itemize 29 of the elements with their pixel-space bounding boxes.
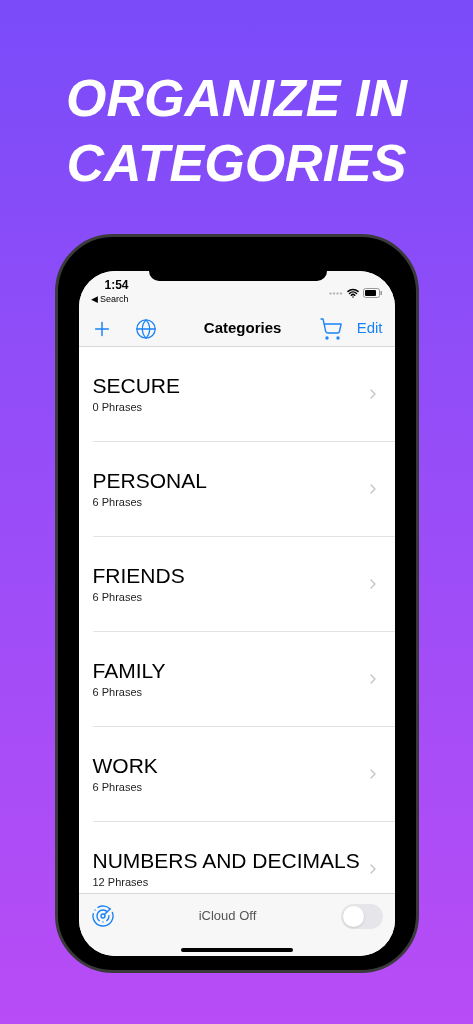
category-row[interactable]: SECURE 0 Phrases [92,347,395,442]
phrase-count: 6 Phrases [92,780,144,795]
phrase-count: 6 Phrases [92,685,144,700]
phrase-count: 6 Phrases [92,495,144,510]
edit-button[interactable]: Edit [356,317,383,340]
category-row[interactable]: PERSONAL 6 Phrases [92,442,395,537]
globe-icon[interactable] [134,317,157,340]
icloud-label: iCloud Off [197,907,258,926]
phrase-count: 0 Phrases [92,400,144,415]
back-link[interactable]: ◀ Search [90,292,129,306]
icloud-toggle[interactable] [340,903,383,929]
phrase-count: 12 Phrases [92,875,150,890]
category-row[interactable]: WORK 6 Phrases [92,727,395,822]
nav-title: Categories [202,318,283,339]
status-time: 1:54 [103,278,129,292]
category-name: SECURE [92,373,182,399]
wifi-icon [346,287,359,299]
radar-icon[interactable] [90,904,115,928]
category-row[interactable]: FRIENDS 6 Phrases [92,537,395,632]
category-row[interactable]: FAMILY 6 Phrases [92,632,395,727]
category-name: FAMILY [92,658,167,684]
category-name: PERSONAL [92,468,208,494]
headline: ORGANIZE IN CATEGORIES [65,68,409,194]
battery-icon [362,288,383,298]
category-name: WORK [92,753,159,779]
phrase-count: 6 Phrases [92,590,144,605]
category-name: FRIENDS [92,563,186,589]
cart-icon[interactable] [318,316,343,341]
category-name: NUMBERS AND DECIMALS [92,848,361,874]
